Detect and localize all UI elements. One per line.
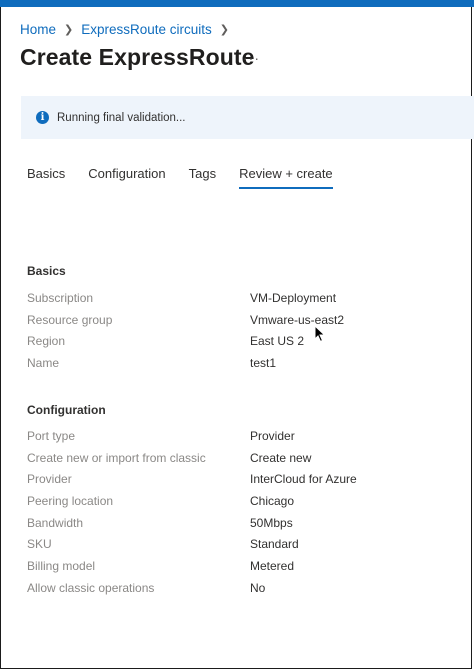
row-label: Allow classic operations (27, 581, 155, 595)
breadcrumb: Home ❯ ExpressRoute circuits ❯ (20, 20, 237, 38)
row-value: Standard (250, 537, 299, 551)
more-options-button[interactable]: ··· (243, 50, 260, 66)
summary-row-subscription: Subscription VM-Deployment (27, 291, 457, 307)
row-label: Create new or import from classic (27, 451, 206, 465)
summary-row-billing-model: Billing model Metered (27, 559, 457, 575)
row-value: InterCloud for Azure (250, 472, 357, 486)
row-label: Resource group (27, 313, 113, 327)
summary-row-bandwidth: Bandwidth 50Mbps (27, 516, 457, 532)
tab-tags[interactable]: Tags (189, 166, 216, 189)
summary-row-resource-group: Resource group Vmware-us-east2 (27, 313, 457, 329)
chevron-right-icon: ❯ (219, 23, 229, 36)
row-label: Subscription (27, 291, 94, 305)
breadcrumb-expressroute-circuits[interactable]: ExpressRoute circuits (81, 22, 212, 37)
summary-row-region: Region East US 2 (27, 334, 457, 350)
row-value: Create new (250, 451, 312, 465)
chevron-right-icon: ❯ (64, 23, 74, 36)
row-value: 50Mbps (250, 516, 293, 530)
summary-row-peering-location: Peering location Chicago (27, 494, 457, 510)
section-title-basics: Basics (27, 264, 66, 278)
tab-list: Basics Configuration Tags Review + creat… (27, 166, 356, 189)
summary-row-sku: SKU Standard (27, 537, 457, 553)
summary-row-port-type: Port type Provider (27, 429, 457, 445)
breadcrumb-home[interactable]: Home (20, 22, 56, 37)
info-icon: i (36, 111, 49, 124)
row-label: Peering location (27, 494, 114, 508)
row-value: Vmware-us-east2 (250, 313, 345, 327)
row-label: Name (27, 356, 60, 370)
row-label: Billing model (27, 559, 96, 573)
tab-configuration[interactable]: Configuration (88, 166, 165, 189)
row-value: Chicago (250, 494, 295, 508)
row-value: Metered (250, 559, 295, 573)
top-accent-bar (0, 0, 474, 7)
summary-row-allow-classic-operations: Allow classic operations No (27, 581, 457, 597)
row-value: Provider (250, 429, 295, 443)
row-value: VM-Deployment (250, 291, 337, 305)
mouse-pointer-icon (314, 325, 326, 343)
tab-basics[interactable]: Basics (27, 166, 65, 189)
row-value: East US 2 (250, 334, 305, 348)
summary-row-provider: Provider InterCloud for Azure (27, 472, 457, 488)
row-value: test1 (250, 356, 277, 370)
row-label: Bandwidth (27, 516, 84, 530)
row-label: Provider (27, 472, 72, 486)
row-label: Port type (27, 429, 76, 443)
row-label: SKU (27, 537, 52, 551)
validation-banner: i Running final validation... (21, 96, 474, 139)
summary-row-name: Name test1 (27, 356, 457, 372)
summary-row-create-or-import: Create new or import from classic Create… (27, 451, 457, 467)
row-label: Region (27, 334, 66, 348)
banner-message: Running final validation... (57, 111, 186, 124)
page-title: Create ExpressRoute (20, 44, 255, 70)
row-value: No (250, 581, 266, 595)
section-title-configuration: Configuration (27, 403, 106, 417)
tab-review-create[interactable]: Review + create (239, 166, 333, 189)
